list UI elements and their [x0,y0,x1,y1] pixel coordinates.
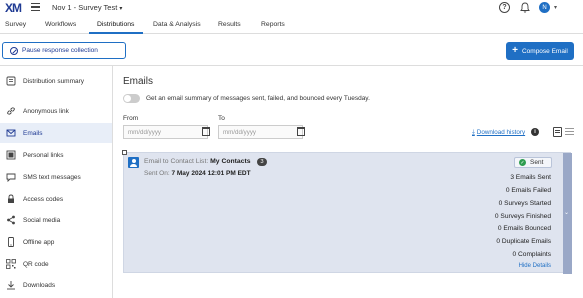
list-view-icon[interactable] [565,128,574,136]
distribution-title-prefix: Email to Contact List: [144,158,209,165]
stat-emails-failed: 0 Emails Failed [505,187,551,194]
qr-icon [6,259,16,269]
bell-icon[interactable] [519,2,530,13]
project-selector[interactable]: Nov 1 - Survey Test ▾ [52,3,122,12]
sent-on-value: 7 May 2024 12:01 PM EDT [171,170,251,177]
stat-duplicate-emails: 0 Duplicate Emails [496,238,551,245]
sidebar-item-label: Offline app [23,238,55,246]
calendar-icon[interactable] [202,127,210,136]
sidebar-item-sms-text-messages[interactable]: SMS text messages [0,167,112,187]
stat-surveys-finished: 0 Surveys Finished [494,213,551,220]
download-history-label: Download history [476,129,526,136]
status-text: Sent [530,159,544,166]
compose-email-button[interactable]: + Compose Email [506,42,574,60]
pause-response-collection-button[interactable]: Pause response collection [2,42,126,59]
email-icon [6,128,16,138]
plus-icon: + [512,45,518,56]
download-icon [6,280,16,290]
sidebar-item-label: Anonymous link [23,107,69,115]
chevron-down-icon: ▾ [119,6,123,12]
stat-surveys-started: 0 Surveys Started [498,200,551,207]
sidebar-item-label: Access codes [23,195,64,203]
link-icon [6,106,16,116]
summary-icon [6,76,16,86]
from-label: From [123,115,139,122]
help-icon[interactable]: ? [499,2,510,13]
distribution-title: Email to Contact List: My Contacts 3 [144,158,267,166]
sidebar-item-anonymous-link[interactable]: Anonymous link [0,101,112,121]
sidebar-item-qr-code[interactable]: QR code [0,254,112,274]
stat-emails-sent: 3 Emails Sent [510,174,551,181]
pause-icon [10,46,18,55]
sidebar-item-social-media[interactable]: Social media [0,210,112,230]
share-icon [6,215,16,225]
distribution-sidebar: Distribution summary Anonymous link Emai… [0,66,113,298]
card-view-icon[interactable] [553,127,562,137]
xm-logo[interactable]: XM [5,1,22,15]
tab-survey[interactable]: Survey [5,21,26,28]
sidebar-item-label: QR code [23,260,49,268]
to-label: To [218,115,225,122]
contact-list-name: My Contacts [210,158,251,165]
sidebar-item-label: SMS text messages [23,173,81,181]
to-date-input[interactable]: mm/dd/yyyy [218,125,303,139]
project-title: Nov 1 - Survey Test [52,3,118,12]
from-date-input[interactable]: mm/dd/yyyy [123,125,208,139]
sidebar-item-label: Downloads [23,281,56,289]
sidebar-item-offline-app[interactable]: Offline app [0,232,112,252]
sidebar-item-access-codes[interactable]: Access codes [0,189,112,209]
sent-on: Sent On: 7 May 2024 12:01 PM EDT [144,170,251,177]
sidebar-item-personal-links[interactable]: Personal links [0,145,112,165]
recipient-count-badge: 3 [257,158,267,166]
sidebar-item-label: Social media [23,216,61,224]
card-expand-strip[interactable]: ⌄ [563,153,572,274]
check-icon: ✓ [519,159,526,166]
tab-results[interactable]: Results [218,21,241,28]
tab-distributions[interactable]: Distributions [97,21,134,28]
tab-reports[interactable]: Reports [261,21,285,28]
pause-button-label: Pause response collection [22,47,98,54]
sidebar-item-label: Personal links [23,151,64,159]
hide-details-link[interactable]: Hide Details [519,263,551,269]
tablet-icon [6,237,16,247]
personal-links-icon [6,150,16,160]
tab-data-analysis[interactable]: Data & Analysis [153,21,201,28]
project-tabs: Survey Workflows Distributions Data & An… [0,17,583,34]
sent-on-prefix: Sent On: [144,170,170,177]
sidebar-item-distribution-summary[interactable]: Distribution summary [0,71,112,91]
sidebar-item-label: Distribution summary [23,77,85,85]
chevron-down-icon[interactable]: ▾ [554,4,557,11]
calendar-icon[interactable] [297,127,305,136]
hamburger-menu-icon[interactable] [31,3,40,11]
avatar[interactable]: N [539,2,550,13]
email-summary-toggle[interactable] [123,94,140,103]
download-icon: ⤓ [472,129,475,136]
top-bar: XM Nov 1 - Survey Test ▾ ? N ▾ [0,0,583,17]
email-summary-toggle-label: Get an email summary of messages sent, f… [146,95,370,102]
sms-icon [6,172,16,182]
tab-workflows[interactable]: Workflows [45,21,76,28]
info-icon[interactable]: i [531,128,539,136]
stat-complaints: 0 Complaints [512,251,551,258]
download-history-link[interactable]: ⤓ Download history [472,129,525,137]
select-checkbox[interactable] [122,150,127,155]
sidebar-item-downloads[interactable]: Downloads [0,275,112,295]
sidebar-item-emails[interactable]: Emails [0,123,112,143]
chevron-down-icon: ⌄ [564,210,570,216]
stat-emails-bounced: 0 Emails Bounced [497,225,551,232]
contact-list-icon [128,157,139,168]
status-badge: ✓ Sent [514,157,552,168]
action-row: Pause response collection + Compose Emai… [0,34,583,66]
lock-icon [6,194,16,204]
distribution-card[interactable]: Email to Contact List: My Contacts 3 Sen… [122,150,572,274]
sidebar-item-label: Emails [23,129,43,137]
compose-button-label: Compose Email [521,47,568,55]
main-content: Emails Get an email summary of messages … [113,66,583,298]
page-title: Emails [123,76,154,87]
